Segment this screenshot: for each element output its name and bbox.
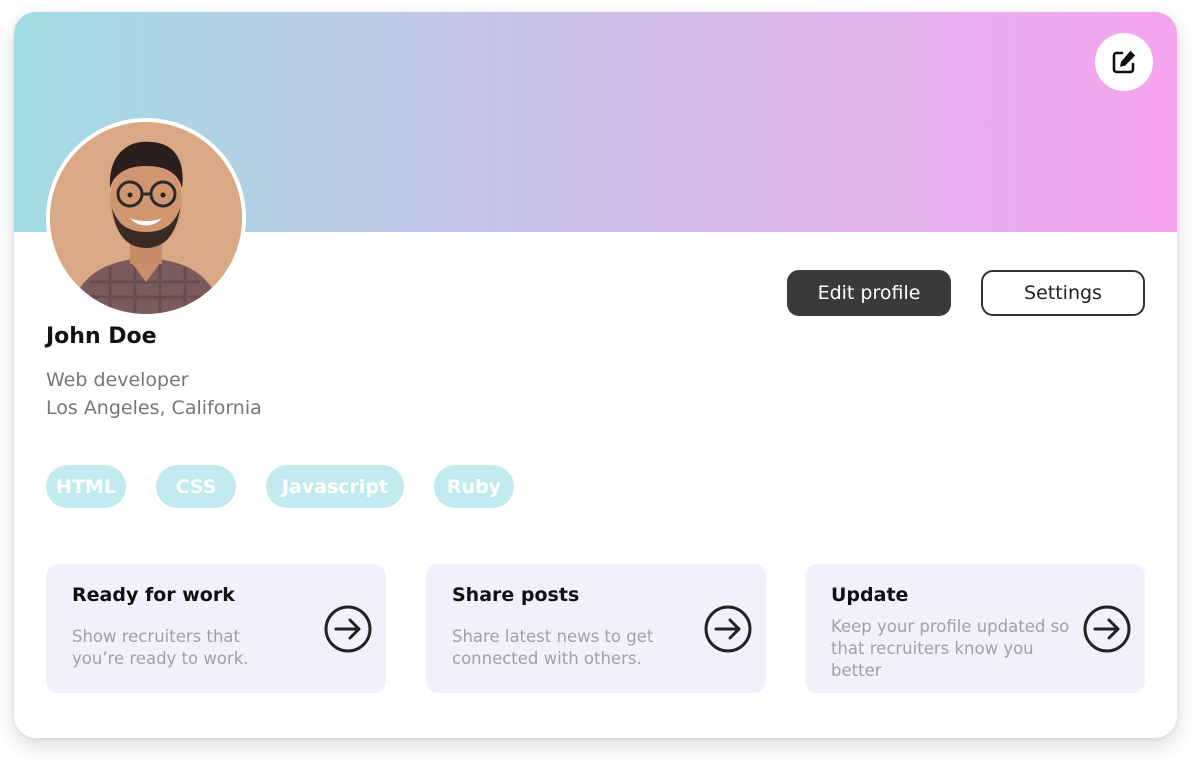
avatar [46, 118, 246, 318]
card-description: Share latest news to get connected with … [452, 627, 654, 668]
profile-name: John Doe [46, 324, 157, 349]
skill-tags: HTML CSS Javascript Ruby [46, 465, 514, 508]
settings-button[interactable]: Settings [981, 270, 1145, 316]
edit-profile-button[interactable]: Edit profile [787, 270, 951, 316]
skill-tag[interactable]: HTML [46, 465, 126, 508]
avatar-photo [50, 122, 242, 314]
card-share-posts[interactable]: Share posts Share latest news to get con… [426, 564, 766, 693]
card-title: Update [831, 584, 909, 606]
arrow-right-circle-icon[interactable] [1083, 605, 1131, 653]
person-portrait-icon [50, 122, 242, 314]
skill-tag[interactable]: Ruby [434, 465, 514, 508]
arrow-right-circle-icon[interactable] [704, 605, 752, 653]
skill-tag[interactable]: Javascript [266, 465, 404, 508]
skill-tag[interactable]: CSS [156, 465, 236, 508]
arrow-right-circle-icon[interactable] [324, 605, 372, 653]
edit-icon [1112, 50, 1136, 74]
card-ready-for-work[interactable]: Ready for work Show recruiters that you’… [46, 564, 386, 693]
card-title: Ready for work [72, 584, 235, 606]
card-title: Share posts [452, 584, 580, 606]
card-description: Show recruiters that you’re ready to wor… [72, 627, 249, 668]
card-update[interactable]: Update Keep your profile updated so that… [805, 564, 1145, 693]
profile-card: John Doe Web developer Los Angeles, Cali… [14, 12, 1177, 738]
card-description: Keep your profile updated so that recrui… [831, 617, 1070, 680]
profile-role: Web developer [46, 369, 189, 391]
profile-location: Los Angeles, California [46, 397, 262, 419]
cover-edit-button[interactable] [1095, 33, 1153, 91]
